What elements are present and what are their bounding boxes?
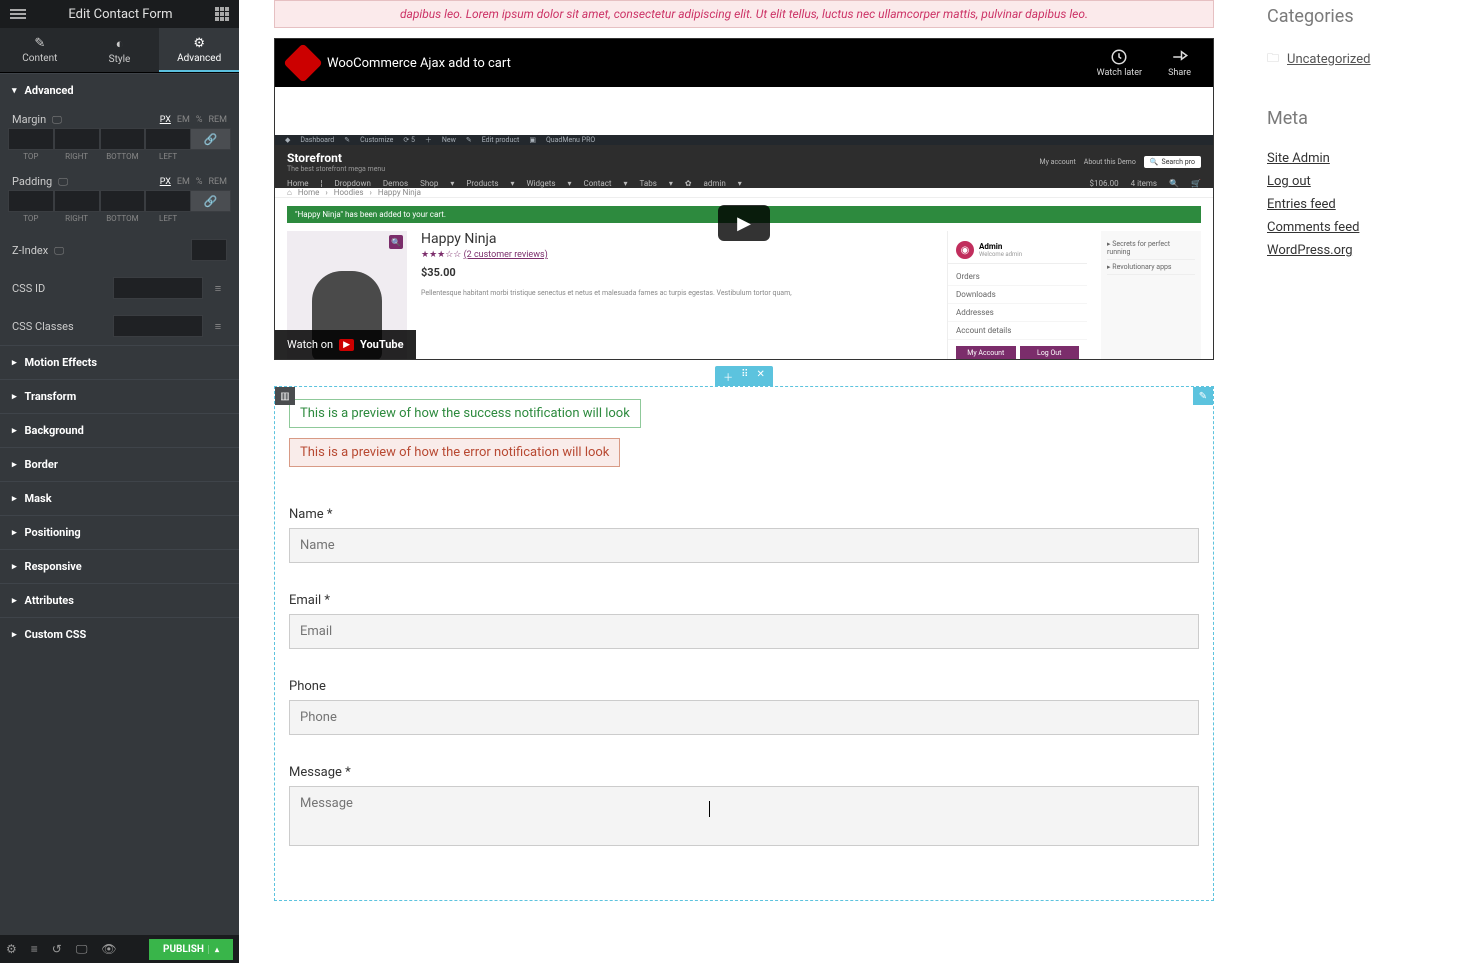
tab-style-label: Style [109,54,131,65]
video-title: WooCommerce Ajax add to cart [327,56,1079,71]
success-notification-preview: This is a preview of how the success not… [289,399,641,428]
folder-icon: 🗀 [1267,49,1279,70]
responsive-icon[interactable]: 🖵 [76,942,88,957]
device-icon[interactable]: 🖵 [52,115,62,126]
warning-text: dapibus leo. Lorem ipsum dolor sit amet,… [274,0,1214,28]
margin-bottom-input[interactable] [100,128,146,150]
magnify-icon: 🔍 [389,235,403,249]
error-notification-preview: This is a preview of how the error notif… [289,438,620,467]
section-border-toggle[interactable]: Border [0,447,239,481]
margin-left-input[interactable] [145,128,191,150]
margin-top-input[interactable] [8,128,54,150]
share-button[interactable]: Share [1160,48,1199,78]
dynamic-tag-icon[interactable]: ≡ [209,315,227,337]
chevron-up-icon[interactable]: ▴ [208,945,219,954]
link-logout[interactable]: Log out [1267,170,1441,193]
meta-heading: Meta [1267,108,1441,129]
widgets-grid-icon[interactable] [215,7,229,21]
message-textarea[interactable] [289,786,1199,846]
padding-right-input[interactable] [54,190,100,212]
section-motion-toggle[interactable]: Motion Effects [0,345,239,379]
margin-units[interactable]: PX EM % REM [160,115,227,125]
link-comments-feed[interactable]: Comments feed [1267,216,1441,239]
section-mask-toggle[interactable]: Mask [0,481,239,515]
gear-icon: ⚙ [159,36,239,51]
settings-icon[interactable]: ⚙ [6,942,17,956]
contact-form-widget[interactable]: ▥ ✎ This is a preview of how the success… [274,386,1214,901]
preview-icon[interactable]: 👁 [101,942,116,956]
add-section-icon[interactable]: ＋ [723,369,733,383]
history-icon[interactable]: ↺ [52,942,62,956]
video-embed: WooCommerce Ajax add to cart Watch later… [274,38,1214,360]
message-label: Message * [289,765,1199,780]
watch-on-youtube[interactable]: Watch on ▶ YouTube [275,330,416,359]
column-handle-icon[interactable]: ▥ [275,387,295,405]
tab-style[interactable]: ◐ Style [80,28,160,72]
section-attributes-toggle[interactable]: Attributes [0,583,239,617]
tab-content-label: Content [22,53,57,64]
categories-heading: Categories [1267,6,1441,27]
padding-top-input[interactable] [8,190,54,212]
watch-later-button[interactable]: Watch later [1089,48,1150,78]
text-cursor-icon [709,801,710,817]
tab-advanced-label: Advanced [177,53,221,64]
youtube-logo-icon: ▶ [339,339,354,351]
link-margin-icon[interactable]: 🔗 [191,128,231,150]
margin-label: Margin🖵 [12,113,62,126]
cssclasses-label: CSS Classes [12,320,74,333]
device-icon[interactable]: 🖵 [58,177,68,188]
phone-input[interactable] [289,700,1199,735]
section-transform-toggle[interactable]: Transform [0,379,239,413]
padding-label: Padding🖵 [12,175,68,188]
pencil-icon: ✎ [0,36,80,51]
name-input[interactable] [289,528,1199,563]
zindex-label: Z-Index🖵 [12,244,64,257]
section-advanced-toggle[interactable]: Advanced [0,73,239,107]
email-label: Email * [289,593,1199,608]
link-entries-feed[interactable]: Entries feed [1267,193,1441,216]
phone-label: Phone [289,679,1199,694]
cssid-input[interactable] [113,277,203,299]
caret-down-icon [12,86,17,96]
section-positioning-toggle[interactable]: Positioning [0,515,239,549]
close-section-icon[interactable]: ✕ [756,369,764,383]
section-customcss-toggle[interactable]: Custom CSS [0,617,239,651]
channel-logo-icon [283,43,323,83]
cssclasses-input[interactable] [113,315,203,337]
contrast-icon: ◐ [80,36,160,52]
tab-content[interactable]: ✎ Content [0,28,80,72]
link-wordpress-org[interactable]: WordPress.org [1267,239,1441,262]
link-padding-icon[interactable]: 🔗 [191,190,231,212]
margin-right-input[interactable] [54,128,100,150]
navigator-icon[interactable]: ≡ [31,942,38,956]
share-icon [1171,48,1189,66]
link-site-admin[interactable]: Site Admin [1267,147,1441,170]
padding-units[interactable]: PX EM % REM [160,177,227,187]
dynamic-tag-icon[interactable]: ≡ [209,277,227,299]
publish-button[interactable]: PUBLISH ▴ [149,939,233,960]
cssid-label: CSS ID [12,282,45,295]
category-uncategorized[interactable]: 🗀 Uncategorized [1267,45,1441,74]
padding-bottom-input[interactable] [100,190,146,212]
section-advanced-label: Advanced [25,84,74,97]
tab-advanced[interactable]: ⚙ Advanced [159,28,239,72]
section-responsive-toggle[interactable]: Responsive [0,549,239,583]
section-background-toggle[interactable]: Background [0,413,239,447]
hamburger-icon[interactable] [10,6,26,22]
padding-left-input[interactable] [145,190,191,212]
panel-title: Edit Contact Form [26,7,215,22]
edit-section-icon[interactable]: ⠿ [741,369,748,383]
edit-widget-icon[interactable]: ✎ [1193,387,1213,405]
name-label: Name * [289,507,1199,522]
clock-icon [1110,48,1128,66]
email-input[interactable] [289,614,1199,649]
device-icon[interactable]: 🖵 [54,246,64,257]
zindex-input[interactable] [191,239,227,261]
play-button[interactable]: ▶ [718,205,770,241]
